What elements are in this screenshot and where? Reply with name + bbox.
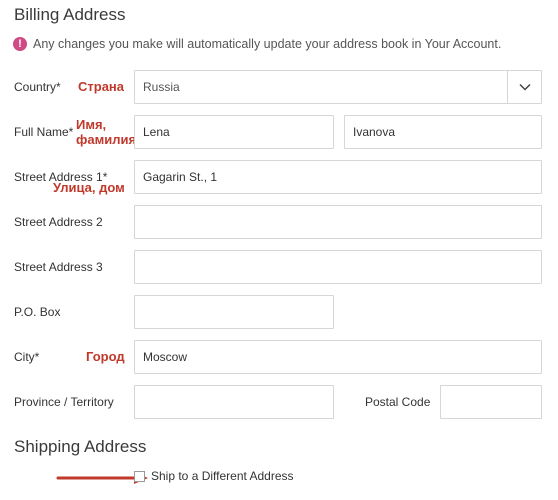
city-input[interactable]: Moscow <box>134 340 542 374</box>
last-name-value: Ivanova <box>353 125 396 139</box>
city-value: Moscow <box>143 350 188 364</box>
first-name-input[interactable]: Lena <box>134 115 334 149</box>
notice-text: Any changes you make will automatically … <box>33 37 502 51</box>
full-name-annotation: Имя, фамилия <box>76 117 136 147</box>
street-address-2-input[interactable] <box>134 205 542 239</box>
first-name-value: Lena <box>143 125 170 139</box>
street-address-annotation: Улица, дом <box>53 180 125 195</box>
province-input[interactable] <box>134 385 334 419</box>
full-name-annotation-line2: фамилия <box>76 132 137 147</box>
full-name-annotation-line1: Имя, <box>76 117 107 132</box>
last-name-input[interactable]: Ivanova <box>344 115 542 149</box>
street-address-1-value: Gagarin St., 1 <box>143 170 218 184</box>
province-label: Province / Territory <box>14 395 114 409</box>
city-annotation: Город <box>86 349 125 364</box>
ship-to-different-address-checkbox[interactable] <box>134 471 145 482</box>
city-label: City* <box>14 350 40 364</box>
po-box-input[interactable] <box>134 295 334 329</box>
street-address-2-label: Street Address 2 <box>14 215 103 229</box>
street-address-3-label: Street Address 3 <box>14 260 103 274</box>
country-label: Country* <box>14 80 61 94</box>
shipping-address-heading: Shipping Address <box>14 437 147 456</box>
country-annotation: Страна <box>78 79 125 94</box>
postal-code-input[interactable] <box>440 385 542 419</box>
address-book-notice: ! Any changes you make will automaticall… <box>13 37 501 51</box>
full-name-label: Full Name* <box>14 125 74 139</box>
country-select-value: Russia <box>143 80 180 94</box>
exclamation-circle-icon: ! <box>13 37 27 51</box>
country-select[interactable]: Russia <box>134 70 542 104</box>
chevron-down-icon <box>518 83 531 91</box>
postal-code-label: Postal Code <box>365 395 431 409</box>
billing-address-heading: Billing Address <box>14 5 126 24</box>
ship-to-different-address-label[interactable]: Ship to a Different Address <box>151 469 294 483</box>
street-address-3-input[interactable] <box>134 250 542 284</box>
dropdown-toggle[interactable] <box>507 71 541 103</box>
street-address-1-input[interactable]: Gagarin St., 1 <box>134 160 542 194</box>
po-box-label: P.O. Box <box>14 305 61 319</box>
